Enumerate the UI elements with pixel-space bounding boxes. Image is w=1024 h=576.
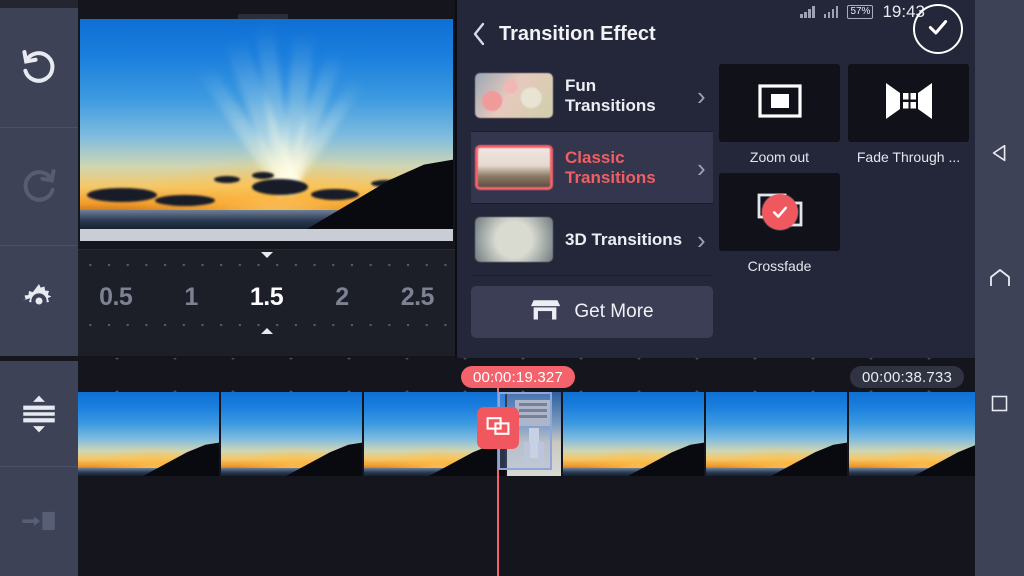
android-back-button[interactable]	[989, 142, 1011, 164]
chevron-right-icon: ›	[697, 80, 706, 111]
scale-footer	[78, 342, 455, 356]
scale-tick[interactable]: 2.5	[380, 283, 455, 312]
category-thumbnail-selected	[475, 145, 553, 190]
preview-frame	[80, 19, 453, 229]
scale-tick[interactable]: 2	[304, 283, 379, 312]
store-icon	[530, 297, 561, 328]
expand-tracks-icon	[18, 393, 60, 435]
fade-through-transition-icon	[882, 81, 936, 126]
clip-thumbnail[interactable]	[221, 392, 364, 476]
category-label: Classic Transitions	[565, 147, 656, 187]
timeline[interactable]: 00:00:19.327 00:00:38.733	[78, 358, 975, 576]
effect-tile[interactable]	[719, 64, 840, 142]
kinemaster-editor-screen: 0.5 1 1.5 2 2.5 57% 19:43 Transition Eff…	[0, 0, 1024, 576]
confirm-button[interactable]	[913, 4, 963, 54]
page-title: Transition Effect	[499, 22, 656, 45]
settings-button[interactable]	[0, 245, 78, 356]
scale-tick-selected[interactable]: 1.5	[229, 283, 304, 312]
scale-dots-bottom	[78, 323, 455, 327]
undo-icon	[16, 44, 62, 90]
rail-top-spacer	[0, 0, 78, 8]
chevron-left-icon[interactable]	[471, 21, 487, 47]
effect-label: Zoom out	[749, 149, 810, 165]
effect-label: Crossfade	[747, 258, 812, 274]
video-track[interactable]	[78, 392, 975, 476]
chevron-right-icon: ›	[697, 152, 706, 183]
get-more-button[interactable]: Get More	[471, 286, 713, 338]
transition-effect-panel: 57% 19:43 Transition Effect Fun Transiti…	[455, 0, 975, 358]
transition-category-list: Fun Transitions › Classic Transitions › …	[471, 60, 713, 352]
undo-button[interactable]	[0, 7, 78, 128]
preview-bottom-strip	[80, 229, 453, 241]
android-nav-bar	[975, 0, 1024, 576]
scale-dots-top	[78, 263, 455, 267]
rail-history-group	[0, 7, 78, 356]
transition-effect-grid: Zoom out Fade Through ... Crossfade	[719, 64, 973, 274]
clip-thumbnail[interactable]	[78, 392, 221, 476]
get-more-label: Get More	[574, 301, 654, 322]
redo-icon	[16, 163, 62, 209]
export-icon	[19, 501, 59, 541]
clip-thumbnail[interactable]	[849, 392, 975, 476]
effect-tile-selected[interactable]	[719, 173, 840, 251]
transition-marker-button[interactable]	[477, 407, 519, 449]
category-thumbnail	[475, 217, 553, 262]
current-time-badge: 00:00:19.327	[461, 366, 575, 388]
scale-caret-top-icon	[260, 252, 273, 258]
effect-item-crossfade[interactable]: Crossfade	[719, 173, 840, 274]
category-fun-transitions[interactable]: Fun Transitions ›	[471, 60, 713, 132]
check-icon	[925, 14, 951, 45]
gear-icon	[19, 281, 59, 321]
category-label: Fun Transitions	[565, 75, 656, 115]
total-time-badge: 00:00:38.733	[850, 366, 964, 388]
category-thumbnail	[475, 73, 553, 118]
scale-tick[interactable]: 0.5	[78, 283, 153, 312]
effect-item-fade-through[interactable]: Fade Through ...	[848, 64, 969, 165]
effect-label: Fade Through ...	[856, 149, 961, 165]
clip-thumbnail[interactable]	[706, 392, 849, 476]
clip-thumbnail[interactable]	[563, 392, 706, 476]
tool-rail	[0, 0, 78, 576]
panel-header: Transition Effect	[457, 8, 975, 60]
category-classic-transitions[interactable]: Classic Transitions ›	[471, 132, 713, 204]
scale-tick[interactable]: 1	[153, 283, 228, 312]
android-home-button[interactable]	[988, 267, 1012, 289]
transition-duration-scale[interactable]: 0.5 1 1.5 2 2.5	[78, 249, 455, 356]
expand-tracks-button[interactable]	[0, 361, 78, 467]
chevron-right-icon: ›	[697, 224, 706, 255]
effect-tile[interactable]	[848, 64, 969, 142]
zoom-out-transition-icon	[754, 81, 806, 126]
android-recents-button[interactable]	[989, 393, 1010, 414]
effect-item-zoom-out[interactable]: Zoom out	[719, 64, 840, 165]
scale-caret-bottom-icon	[260, 328, 273, 334]
category-3d-transitions[interactable]: 3D Transitions ›	[471, 204, 713, 276]
selected-badge	[761, 194, 798, 230]
category-label: 3D Transitions	[565, 229, 683, 249]
crossfade-icon	[485, 415, 511, 442]
redo-button[interactable]	[0, 127, 78, 246]
export-button[interactable]	[0, 466, 78, 576]
scale-tick-labels: 0.5 1 1.5 2 2.5	[78, 276, 455, 318]
